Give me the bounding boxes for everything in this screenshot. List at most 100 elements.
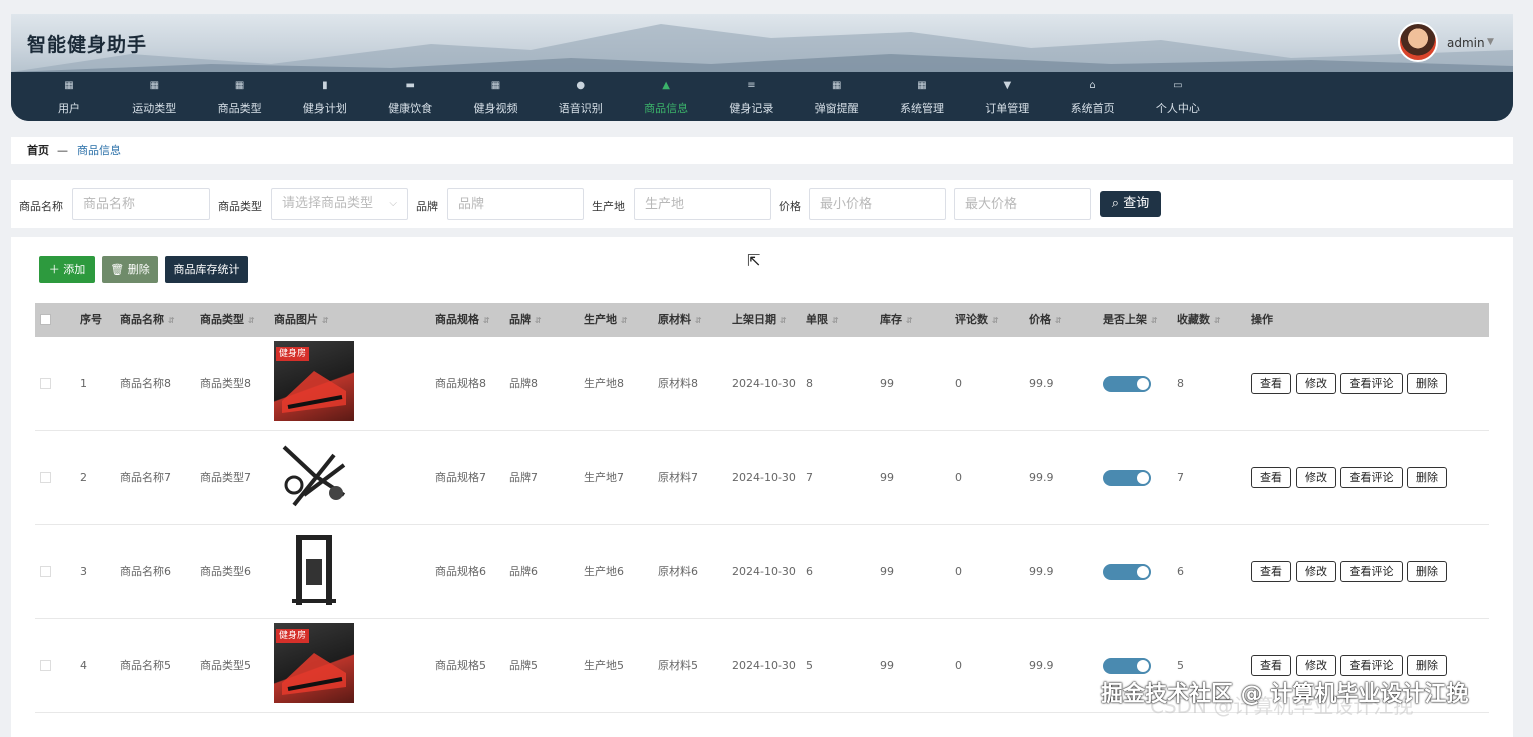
edit-button[interactable]: 修改 <box>1296 373 1336 394</box>
table-row[interactable]: 3 商品名称6 商品类型6 商品规格6 品牌6 生产地6 原材料6 2024-10-30 6 99… <box>35 525 1489 619</box>
row-checkbox[interactable] <box>40 378 51 389</box>
app-title: 智能健身助手 <box>27 34 148 56</box>
column-header-label: 评论数 <box>955 313 988 326</box>
view-comments-button[interactable]: 查看评论 <box>1340 467 1403 488</box>
product-image[interactable] <box>274 529 354 609</box>
view-button[interactable]: 查看 <box>1251 655 1291 676</box>
view-button[interactable]: 查看 <box>1251 373 1291 394</box>
column-header[interactable]: 商品规格 ⇵ <box>435 303 490 338</box>
nav-item-3[interactable]: ▮ 健身计划 <box>290 72 360 121</box>
nav-item-4[interactable]: ▬ 健康饮食 <box>375 72 445 121</box>
nav-label: 健康饮食 <box>388 102 433 115</box>
column-header-label: 库存 <box>880 313 902 326</box>
sort-icon[interactable]: ⇵ <box>1055 316 1062 325</box>
view-button[interactable]: 查看 <box>1251 561 1291 582</box>
stock-stats-button[interactable]: 商品库存统计 <box>165 256 248 283</box>
breadcrumb-home[interactable]: 首页 <box>27 137 49 164</box>
view-comments-button[interactable]: 查看评论 <box>1340 373 1403 394</box>
nav-item-5[interactable]: ▦ 健身视频 <box>461 72 531 121</box>
column-header[interactable]: 库存 ⇵ <box>880 303 913 338</box>
delete-row-button[interactable]: 删除 <box>1407 373 1447 394</box>
cell-stock: 99 <box>880 471 894 484</box>
avatar[interactable] <box>1398 22 1438 62</box>
sort-icon[interactable]: ⇵ <box>992 316 999 325</box>
nav-item-12[interactable]: ⌂ 系统首页 <box>1058 72 1128 121</box>
table-row[interactable]: 2 商品名称7 商品类型7 商品规格7 品牌7 生产地7 原材料7 2024-10-30 7 99… <box>35 431 1489 525</box>
nav-item-7[interactable]: ▲ 商品信息 <box>631 72 701 121</box>
nav-item-8[interactable]: ≡ 健身记录 <box>716 72 786 121</box>
column-header[interactable]: 原材料 ⇵ <box>658 303 702 338</box>
nav-item-0[interactable]: ▦ 用户 <box>34 72 104 121</box>
sort-icon[interactable]: ⇵ <box>1151 316 1158 325</box>
header-banner: 智能健身助手 admin ▼ <box>11 14 1513 72</box>
view-button[interactable]: 查看 <box>1251 467 1291 488</box>
nav-item-1[interactable]: ▦ 运动类型 <box>119 72 189 121</box>
column-header[interactable]: 单限 ⇵ <box>806 303 839 338</box>
add-button[interactable]: ＋ 添加 <box>39 256 95 283</box>
sort-icon[interactable]: ⇵ <box>168 316 175 325</box>
edit-button[interactable]: 修改 <box>1296 655 1336 676</box>
view-comments-button[interactable]: 查看评论 <box>1340 655 1403 676</box>
min-price-input[interactable] <box>809 188 946 220</box>
cell-limit: 8 <box>806 377 813 390</box>
row-checkbox[interactable] <box>40 472 51 483</box>
column-header[interactable]: 商品类型 ⇵ <box>200 303 255 338</box>
sort-icon[interactable]: ⇵ <box>695 316 702 325</box>
column-header[interactable]: 收藏数 ⇵ <box>1177 303 1221 338</box>
delete-row-button[interactable]: 删除 <box>1407 655 1447 676</box>
sort-icon[interactable]: ⇵ <box>780 316 787 325</box>
column-header[interactable]: 评论数 ⇵ <box>955 303 999 338</box>
nav-item-6[interactable]: ● 语音识别 <box>546 72 616 121</box>
row-checkbox[interactable] <box>40 660 51 671</box>
on-shelf-toggle[interactable] <box>1103 564 1151 580</box>
product-image[interactable] <box>274 435 354 515</box>
column-header[interactable]: 价格 ⇵ <box>1029 303 1062 338</box>
column-header[interactable]: 上架日期 ⇵ <box>732 303 787 338</box>
product-image[interactable]: 健身房 <box>274 341 354 421</box>
delete-button[interactable]: 🗑 删除 <box>102 256 158 283</box>
sort-icon[interactable]: ⇵ <box>906 316 913 325</box>
delete-row-button[interactable]: 删除 <box>1407 467 1447 488</box>
cell-brand: 品牌5 <box>509 659 538 672</box>
name-input[interactable] <box>72 188 210 220</box>
cell-comments: 0 <box>955 471 962 484</box>
sort-icon[interactable]: ⇵ <box>483 316 490 325</box>
max-price-input[interactable] <box>954 188 1091 220</box>
on-shelf-toggle[interactable] <box>1103 470 1151 486</box>
chevron-down-icon[interactable]: ▼ <box>1487 37 1494 47</box>
on-shelf-toggle[interactable] <box>1103 376 1151 392</box>
nav-label: 用户 <box>58 102 80 115</box>
delete-row-button[interactable]: 删除 <box>1407 561 1447 582</box>
column-header[interactable]: 生产地 ⇵ <box>584 303 628 338</box>
select-all-checkbox[interactable] <box>40 314 51 325</box>
table-row[interactable]: 1 商品名称8 商品类型8 商品规格8 品牌8 生产地8 原材料8 2024-10-30 8 99… <box>35 337 1489 431</box>
product-image[interactable]: 健身房 <box>274 623 354 703</box>
column-header[interactable]: 商品名称 ⇵ <box>120 303 175 338</box>
on-shelf-toggle[interactable] <box>1103 658 1151 674</box>
sort-icon[interactable]: ⇵ <box>832 316 839 325</box>
nav-item-11[interactable]: ▼ 订单管理 <box>972 72 1042 121</box>
column-header: 操作 <box>1251 303 1273 337</box>
nav-item-10[interactable]: ▦ 系统管理 <box>887 72 957 121</box>
edit-button[interactable]: 修改 <box>1296 467 1336 488</box>
sort-icon[interactable]: ⇵ <box>248 316 255 325</box>
query-button[interactable]: ⌕ 查询 <box>1100 191 1161 217</box>
view-comments-button[interactable]: 查看评论 <box>1340 561 1403 582</box>
sort-icon[interactable]: ⇵ <box>322 316 329 325</box>
column-header[interactable]: 品牌 ⇵ <box>509 303 542 338</box>
type-select[interactable]: 请选择商品类型 ⌵ <box>271 188 408 220</box>
user-name[interactable]: admin <box>1447 36 1485 50</box>
column-header[interactable]: 商品图片 ⇵ <box>274 303 329 338</box>
row-checkbox[interactable] <box>40 566 51 577</box>
sort-icon[interactable]: ⇵ <box>1214 316 1221 325</box>
origin-label: 生产地 <box>592 200 625 213</box>
nav-item-2[interactable]: ▦ 商品类型 <box>205 72 275 121</box>
sort-icon[interactable]: ⇵ <box>621 316 628 325</box>
origin-input[interactable] <box>634 188 771 220</box>
nav-item-9[interactable]: ▦ 弹窗提醒 <box>802 72 872 121</box>
column-header[interactable]: 是否上架 ⇵ <box>1103 303 1158 338</box>
edit-button[interactable]: 修改 <box>1296 561 1336 582</box>
sort-icon[interactable]: ⇵ <box>535 316 542 325</box>
nav-item-13[interactable]: ▭ 个人中心 <box>1143 72 1213 121</box>
brand-input[interactable] <box>447 188 584 220</box>
